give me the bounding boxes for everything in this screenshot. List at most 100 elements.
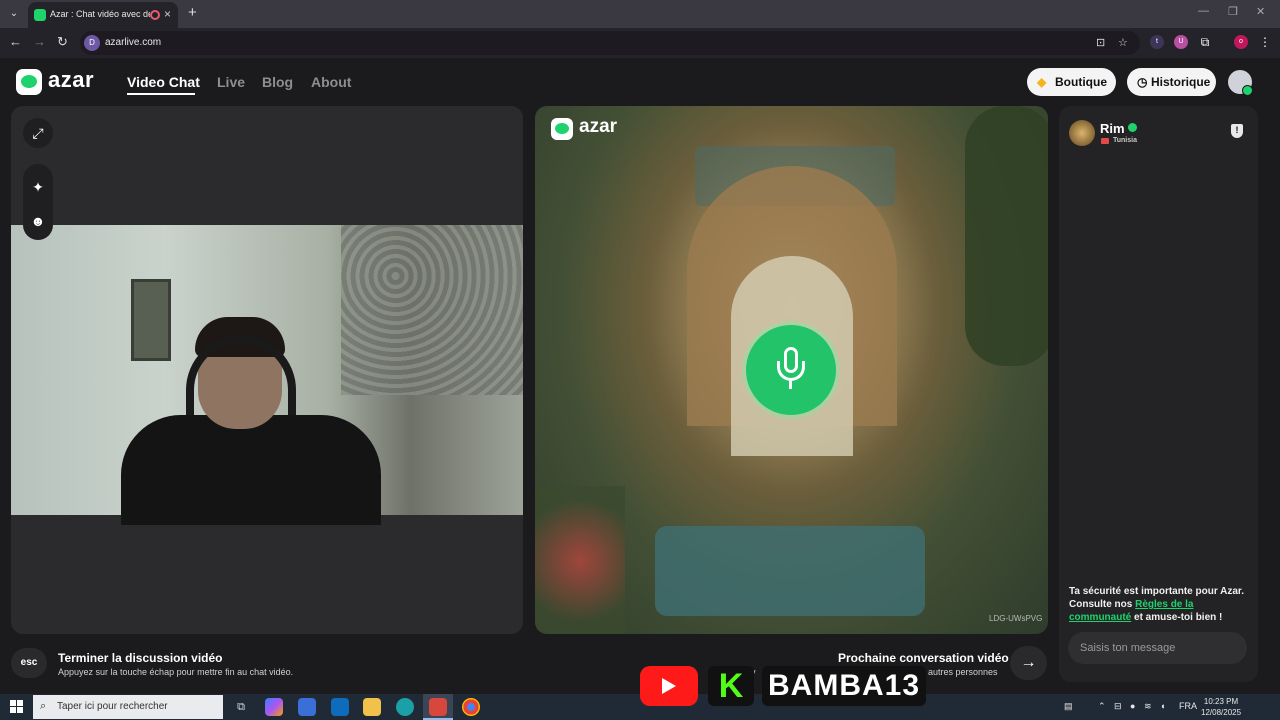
browser-toolbar: ← → ↻ D azarlive.com ⊡ ☆ t U ⧉ o ⋮ — [0, 28, 1280, 58]
tray-app-icon[interactable]: ▤ — [1064, 701, 1073, 712]
url-text[interactable]: azarlive.com — [105, 37, 161, 48]
window-close-icon[interactable]: ✕ — [1256, 5, 1265, 18]
reload-icon[interactable]: ↻ — [57, 34, 68, 50]
historique-button[interactable]: ◷ Historique — [1127, 68, 1216, 96]
extension-t-icon[interactable]: t — [1150, 35, 1164, 49]
tab-search-icon[interactable]: ⌄ — [6, 6, 22, 22]
restore-icon[interactable]: ❐ — [1228, 5, 1238, 18]
tray-chevron-icon[interactable]: ⌃ — [1098, 701, 1106, 712]
windows-start-icon[interactable] — [10, 700, 23, 713]
peer-avatar[interactable] — [1069, 120, 1095, 146]
esc-key-button[interactable]: esc — [11, 648, 47, 678]
next-chat-hint: autres personnes — [928, 667, 998, 677]
streamer-handle: BAMBA13 — [762, 666, 927, 706]
edge-icon[interactable] — [396, 698, 414, 716]
nav-about[interactable]: About — [311, 74, 351, 90]
tray-language[interactable]: FRA — [1179, 701, 1197, 711]
face-filter-icon[interactable]: ☻ — [23, 206, 53, 236]
file-explorer-icon[interactable] — [363, 698, 381, 716]
self-camera-feed — [11, 225, 523, 525]
peer-country: Tunisia — [1113, 137, 1137, 144]
bookmark-star-icon[interactable]: ☆ — [1118, 36, 1128, 49]
clock-date: 12/08/2025 — [1201, 708, 1242, 717]
azar-logo-icon[interactable] — [16, 69, 42, 95]
historique-label: Historique — [1151, 75, 1211, 89]
azar-watermark-icon — [551, 118, 573, 140]
copilot-icon[interactable] — [265, 698, 283, 716]
tab-close-icon[interactable]: × — [164, 7, 171, 21]
background-curtain — [341, 225, 523, 395]
verified-icon — [1128, 123, 1137, 132]
next-arrow-button[interactable]: → — [1010, 646, 1047, 680]
site-info-icon[interactable]: D — [84, 35, 100, 51]
kick-logo-icon: K — [708, 666, 754, 706]
diamond-icon: ◆ — [1037, 75, 1047, 89]
end-chat-hint: Appuyez sur la touche échap pour mettre … — [58, 667, 294, 677]
background-picture — [131, 279, 171, 361]
nav-active-underline — [127, 93, 195, 95]
forward-arrow-icon[interactable]: → — [33, 34, 46, 49]
browser-menu-icon[interactable]: ⋮ — [1258, 35, 1272, 49]
address-bar[interactable]: D azarlive.com ⊡ ☆ — [80, 31, 1140, 55]
report-shield-icon[interactable]: ! — [1231, 124, 1243, 138]
peer-name: Rim — [1100, 121, 1125, 136]
new-tab-icon[interactable]: + — [188, 4, 197, 21]
next-chat-title: Prochaine conversation vidéo — [838, 651, 1009, 665]
logo-text[interactable]: azar — [48, 67, 94, 93]
boutique-button[interactable]: ◆ Boutique — [1027, 68, 1116, 96]
extension-shield-icon[interactable]: U — [1174, 35, 1188, 49]
user-avatar[interactable] — [1228, 70, 1253, 96]
effects-toolbar: ✦ ☻ — [23, 164, 53, 240]
taskbar-search[interactable]: ⌕ Taper ici pour rechercher — [33, 695, 223, 719]
nav-live[interactable]: Live — [217, 74, 245, 90]
expand-icon[interactable]: ⤢ — [23, 118, 53, 148]
sparkle-effects-icon[interactable]: ✦ — [23, 172, 53, 202]
tray-wifi-icon[interactable]: ≋ — [1144, 701, 1152, 712]
safety-notice: Ta sécurité est importante pour Azar. Co… — [1069, 585, 1249, 624]
azar-page: azar Video Chat Live Blog About ◆ Boutiq… — [0, 58, 1280, 694]
search-icon: ⌕ — [40, 700, 47, 712]
extensions-puzzle-icon[interactable]: ⧉ — [1198, 35, 1212, 49]
azar-watermark-text: azar — [579, 116, 618, 137]
chrome-icon[interactable] — [462, 698, 480, 716]
back-arrow-icon[interactable]: ← — [9, 34, 22, 49]
azar-favicon-icon — [34, 9, 46, 21]
chat-panel: Rim Tunisia ! Ta sécurité est importante… — [1059, 106, 1258, 682]
person-body — [121, 415, 381, 525]
outlook-icon[interactable] — [331, 698, 349, 716]
youtube-logo-icon — [640, 666, 698, 706]
message-input[interactable] — [1068, 632, 1247, 664]
tray-mic-icon[interactable]: ● — [1130, 701, 1135, 711]
stream-overlay: K BAMBA13 — [640, 664, 930, 706]
peer-id: LDG-UWsPVG — [989, 614, 1043, 623]
nav-video-chat[interactable]: Video Chat — [127, 74, 200, 90]
profile-avatar-icon[interactable]: o — [1234, 35, 1248, 49]
nav-blog[interactable]: Blog — [262, 74, 293, 90]
end-chat-title: Terminer la discussion vidéo — [58, 651, 223, 665]
minimize-icon[interactable]: — — [1198, 5, 1209, 17]
browser-tab-active[interactable]: Azar : Chat vidéo avec de n × — [28, 2, 178, 28]
peer-video-panel: azar LDG-UWsPVG — [535, 106, 1048, 634]
play-icon — [662, 678, 676, 694]
taskbar-clock[interactable]: 10:23 PM 12/08/2025 — [1201, 696, 1241, 718]
task-view-icon[interactable]: ⧉ — [232, 698, 250, 716]
blur-flowers — [535, 486, 625, 634]
blur-trees — [965, 106, 1048, 366]
safety-suffix: et amuse-toi bien ! — [1131, 612, 1223, 623]
recorder-icon[interactable] — [429, 698, 447, 716]
browser-tabstrip: ⌄ Azar : Chat vidéo avec de n × + — ❐ ✕ — [0, 0, 1280, 28]
self-video-panel: ⤢ ✦ ☻ — [11, 106, 523, 634]
tunisia-flag-icon — [1101, 138, 1109, 144]
blur-pool — [655, 526, 925, 616]
recording-icon — [150, 10, 160, 20]
microphone-stem — [789, 381, 792, 389]
install-app-icon[interactable]: ⊡ — [1096, 36, 1105, 49]
tray-network-icon[interactable]: ⊟ — [1114, 701, 1122, 712]
taskbar-search-placeholder: Taper ici pour rechercher — [57, 701, 168, 712]
tray-volume-icon[interactable]: ◖ — [1160, 701, 1165, 711]
microphone-arc — [777, 361, 805, 381]
microphone-button[interactable] — [746, 325, 836, 415]
store-icon[interactable] — [298, 698, 316, 716]
boutique-label: Boutique — [1055, 75, 1107, 89]
tab-title: Azar : Chat vidéo avec de n — [50, 9, 150, 19]
